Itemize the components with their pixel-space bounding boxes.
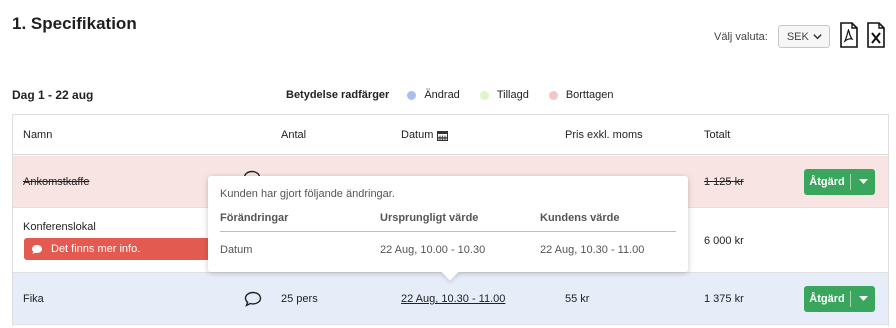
currency-value: SEK: [786, 30, 809, 43]
legend-dot: [407, 90, 417, 100]
action-dropdown-button[interactable]: Åtgärd: [804, 169, 875, 195]
excel-file-icon[interactable]: [866, 22, 886, 48]
row-total: 1 375 kr: [704, 293, 744, 305]
column-header-date[interactable]: Datum: [401, 129, 449, 141]
more-info-badge[interactable]: Det finns mer info.: [24, 238, 221, 260]
legend-label: Ändrad: [424, 89, 460, 101]
popover-original-value: 22 Aug, 10.00 - 10.30: [380, 244, 486, 256]
pdf-file-icon[interactable]: [839, 22, 859, 48]
row-total: 6 000 kr: [704, 235, 744, 247]
action-dropdown-button[interactable]: Åtgärd: [804, 286, 875, 312]
currency-selector: Välj valuta: SEK: [714, 25, 830, 48]
popover-header-change: Förändringar: [220, 212, 289, 224]
chevron-down-icon: [813, 34, 822, 40]
legend-item-added: Tillagd: [479, 89, 529, 101]
legend-label: Tillagd: [496, 89, 529, 101]
comment-icon[interactable]: [244, 291, 262, 307]
popover-change-value: Datum: [220, 244, 253, 256]
popover-title: Kunden har gjort följande ändringar.: [220, 188, 395, 200]
row-total: 1 125 kr: [704, 176, 744, 188]
column-header-price: Pris exkl. moms: [565, 129, 643, 141]
caret-down-icon[interactable]: [851, 296, 875, 302]
row-name: Konferenslokal: [23, 221, 96, 233]
info-badge-text: Det finns mer info.: [51, 243, 141, 255]
column-header-name: Namn: [23, 129, 53, 141]
legend-label: Borttagen: [565, 89, 614, 101]
row-date-link[interactable]: 22 Aug, 10.30 - 11.00: [401, 293, 505, 305]
legend-item-changed: Ändrad: [407, 89, 460, 101]
row-price: 55 kr: [565, 293, 590, 305]
action-button-label: Åtgärd: [809, 293, 845, 305]
row-color-legend: Betydelse radfärger Ändrad Tillagd Bortt…: [286, 89, 634, 101]
column-header-quantity: Antal: [281, 129, 307, 141]
legend-item-removed: Borttagen: [548, 89, 614, 101]
calendar-icon: [437, 130, 449, 141]
comment-icon: [32, 244, 42, 254]
changes-popover: Kunden har gjort följande ändringar. För…: [208, 176, 688, 281]
caret-down-icon[interactable]: [851, 179, 875, 185]
popover-header-customer: Kundens värde: [540, 212, 620, 224]
row-quantity: 25 pers: [281, 293, 318, 305]
popover-customer-value: 22 Aug, 10.30 - 11.00: [540, 244, 645, 256]
period-label: Dag 1 - 22 aug: [12, 88, 94, 102]
page-title: 1. Specifikation: [12, 14, 137, 33]
legend-title: Betydelse radfärger: [286, 89, 390, 101]
table-row: Fika 25 pers 22 Aug, 10.30 - 11.00 55 kr…: [13, 273, 888, 325]
popover-header-original: Ursprungligt värde: [380, 212, 479, 224]
currency-label: Välj valuta:: [714, 30, 768, 43]
table-header: Namn Antal Datum Pris exkl. moms Totalt: [13, 115, 888, 155]
row-name: Ankomstkaffe: [23, 176, 90, 188]
column-header-total: Totalt: [704, 129, 731, 141]
column-header-date-label: Datum: [401, 129, 434, 141]
popover-table-header: Förändringar Ursprungligt värde Kundens …: [220, 212, 676, 232]
legend-dot: [479, 90, 489, 100]
currency-select[interactable]: SEK: [777, 25, 830, 48]
legend-dot: [548, 90, 558, 100]
action-button-label: Åtgärd: [809, 176, 845, 188]
row-name: Fika: [23, 293, 44, 305]
